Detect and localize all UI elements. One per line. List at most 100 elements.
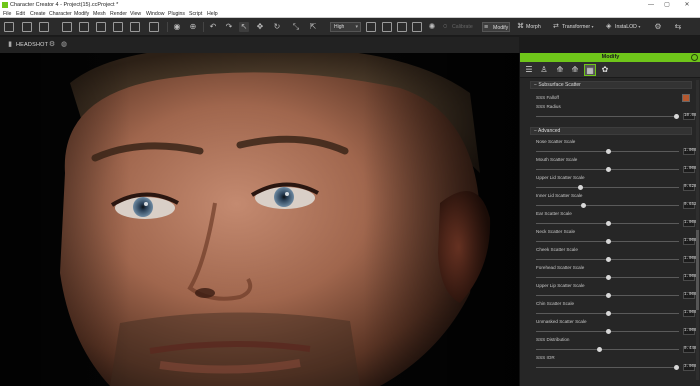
- slider-thumb[interactable]: [674, 365, 680, 370]
- quality-dropdown[interactable]: High ▾: [330, 22, 361, 32]
- param-value[interactable]: 0.620: [683, 184, 697, 191]
- param-slider[interactable]: [536, 329, 679, 334]
- param-slider[interactable]: [536, 293, 679, 298]
- export-fbx-icon[interactable]: [96, 22, 106, 32]
- slider-thumb[interactable]: [596, 347, 602, 352]
- headshot-plugin-icon[interactable]: ▮: [6, 41, 14, 49]
- export-icon[interactable]: [79, 22, 89, 32]
- render-icon[interactable]: [149, 22, 159, 32]
- menu-view[interactable]: View: [130, 10, 141, 18]
- param-slider[interactable]: [536, 185, 679, 190]
- slider-thumb[interactable]: [605, 149, 611, 154]
- gear-icon[interactable]: ⚙: [48, 41, 56, 49]
- tab-morph-icon[interactable]: ⟰: [554, 64, 566, 76]
- instalod-tool-button[interactable]: ◈ InstaLOD ▾: [605, 22, 645, 32]
- tab-motion-icon[interactable]: ♙: [538, 64, 550, 76]
- 3d-viewport[interactable]: [0, 53, 519, 386]
- slider-thumb[interactable]: [674, 114, 680, 119]
- screenshot-icon[interactable]: [130, 22, 140, 32]
- undo-icon[interactable]: ↶: [208, 22, 218, 32]
- morph-tool-button[interactable]: ⌘ Morph: [516, 22, 546, 32]
- menu-script[interactable]: Script: [189, 10, 202, 18]
- calibrate-tool-button[interactable]: ◌ Calibrate: [442, 22, 480, 32]
- slider-thumb[interactable]: [605, 221, 611, 226]
- sss-falloff-color-swatch[interactable]: [682, 94, 690, 102]
- slider-thumb[interactable]: [581, 203, 587, 208]
- move-tool-icon[interactable]: ✥: [255, 22, 265, 32]
- param-slider[interactable]: [536, 257, 679, 262]
- reset-transform-icon[interactable]: ⇱: [308, 22, 318, 32]
- menu-edit[interactable]: Edit: [16, 10, 25, 18]
- head-icon[interactable]: ◍: [60, 41, 68, 49]
- param-value[interactable]: 1.000: [683, 256, 697, 263]
- new-project-icon[interactable]: [4, 22, 14, 32]
- param-value[interactable]: 1.000: [683, 166, 697, 173]
- param-slider[interactable]: [536, 149, 679, 154]
- advanced-section-header[interactable]: − Advanced: [530, 127, 692, 135]
- param-value[interactable]: 1.000: [683, 310, 697, 317]
- menu-plugins[interactable]: Plugins: [168, 10, 185, 18]
- select-tool-icon[interactable]: ↖: [239, 22, 249, 32]
- param-slider[interactable]: [536, 221, 679, 226]
- slider-thumb[interactable]: [605, 311, 611, 316]
- link-icon[interactable]: ⊕: [188, 22, 198, 32]
- scrollbar-thumb[interactable]: [696, 230, 699, 310]
- xray-icon[interactable]: [412, 22, 422, 32]
- slider-thumb[interactable]: [578, 185, 584, 190]
- sss-radius-value[interactable]: 10.000: [683, 113, 699, 120]
- menu-character[interactable]: Character: [49, 10, 72, 18]
- param-slider[interactable]: [536, 203, 679, 208]
- param-slider[interactable]: [536, 365, 680, 370]
- menu-create[interactable]: Create: [30, 10, 46, 18]
- redo-icon[interactable]: ↷: [224, 22, 234, 32]
- param-slider[interactable]: [536, 311, 679, 316]
- param-slider[interactable]: [536, 275, 679, 280]
- param-value[interactable]: 1.000: [683, 220, 697, 227]
- menu-file[interactable]: File: [3, 10, 11, 18]
- transformer-tool-button[interactable]: ⇄ Transformer ▾: [552, 22, 597, 32]
- open-project-icon[interactable]: [22, 22, 32, 32]
- subsurface-section-header[interactable]: − Subsurface Scatter: [530, 81, 692, 89]
- menu-modify[interactable]: Modify: [74, 10, 89, 18]
- save-icon[interactable]: [39, 22, 49, 32]
- param-value[interactable]: 0.440: [683, 346, 697, 353]
- sss-radius-slider[interactable]: [536, 114, 680, 119]
- maximize-icon[interactable]: ▢: [660, 0, 674, 10]
- menu-mesh[interactable]: Mesh: [93, 10, 106, 18]
- slider-thumb[interactable]: [605, 275, 611, 280]
- grid-toggle-icon[interactable]: [382, 22, 392, 32]
- close-icon[interactable]: ✕: [680, 0, 694, 10]
- param-value[interactable]: 1.000: [683, 238, 697, 245]
- menu-help[interactable]: Help: [207, 10, 218, 18]
- slider-thumb[interactable]: [605, 329, 611, 334]
- light-icon[interactable]: ✺: [427, 22, 437, 32]
- param-value[interactable]: 1.000: [683, 292, 697, 299]
- wireframe-icon[interactable]: [397, 22, 407, 32]
- menu-window[interactable]: Window: [146, 10, 164, 18]
- tab-material-icon[interactable]: ▦: [584, 64, 596, 76]
- slider-thumb[interactable]: [605, 257, 611, 262]
- panel-scrollbar[interactable]: [696, 80, 699, 380]
- param-value[interactable]: 3.000: [683, 364, 697, 371]
- minimize-icon[interactable]: —: [644, 0, 658, 10]
- menu-render[interactable]: Render: [110, 10, 127, 18]
- scale-tool-icon[interactable]: ⤡: [291, 22, 301, 32]
- import-icon[interactable]: [62, 22, 72, 32]
- bake-icon[interactable]: ◉: [172, 22, 182, 32]
- slider-thumb[interactable]: [605, 239, 611, 244]
- param-slider[interactable]: [536, 239, 679, 244]
- view-mode-icon[interactable]: [366, 22, 376, 32]
- modify-tool-button[interactable]: ≡ Modify: [482, 22, 510, 32]
- param-slider[interactable]: [536, 167, 679, 172]
- settings-icon[interactable]: ⚙: [653, 22, 663, 32]
- param-value[interactable]: 0.652: [683, 202, 697, 209]
- rotate-tool-icon[interactable]: ↻: [272, 22, 282, 32]
- param-value[interactable]: 1.000: [683, 328, 697, 335]
- tab-morph-slider-icon[interactable]: ⟰: [569, 64, 581, 76]
- param-value[interactable]: 1.000: [683, 148, 697, 155]
- slider-thumb[interactable]: [605, 293, 611, 298]
- tab-attribute-icon[interactable]: ☰: [523, 64, 535, 76]
- panel-options-icon[interactable]: [691, 54, 698, 61]
- mode-switch-icon[interactable]: ⇆: [673, 22, 683, 32]
- tab-texture-icon[interactable]: ✿: [599, 64, 611, 76]
